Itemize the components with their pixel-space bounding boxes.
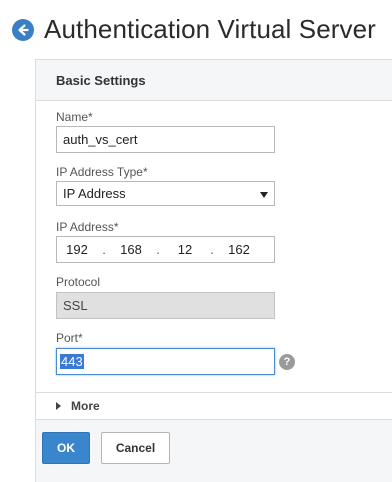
caret-right-icon — [56, 402, 61, 410]
more-label: More — [71, 399, 100, 413]
port-value: 443 — [60, 354, 84, 369]
ok-button[interactable]: OK — [42, 432, 90, 464]
protocol-field: SSL — [56, 292, 275, 319]
ip-type-value: IP Address — [63, 186, 126, 201]
ip-separator: . — [210, 242, 214, 257]
name-value: auth_vs_cert — [63, 132, 138, 147]
ip-address-label: IP Address* — [56, 220, 119, 234]
panel-header: Basic Settings — [36, 60, 392, 101]
help-icon[interactable]: ? — [279, 354, 295, 370]
ip-address-input[interactable]: 192 . 168 . 12 . 162 — [56, 236, 275, 263]
more-toggle[interactable]: More — [36, 392, 392, 419]
ip-octet-4[interactable]: 162 — [225, 242, 253, 257]
name-label: Name* — [56, 110, 93, 124]
form-footer: OK Cancel — [36, 419, 392, 482]
ip-octet-1[interactable]: 192 — [63, 242, 91, 257]
panel-title: Basic Settings — [56, 72, 146, 88]
settings-panel: Basic Settings Name* auth_vs_cert IP Add… — [35, 59, 392, 482]
ip-type-label: IP Address Type* — [56, 165, 148, 179]
page-title: Authentication Virtual Server — [44, 14, 376, 44]
ip-octet-3[interactable]: 12 — [171, 242, 199, 257]
ip-type-select[interactable]: IP Address — [56, 181, 275, 206]
protocol-value: SSL — [63, 298, 88, 313]
protocol-label: Protocol — [56, 275, 101, 289]
page-header: Authentication Virtual Server — [12, 14, 376, 45]
arrow-left-icon — [18, 23, 29, 36]
ip-separator: . — [156, 242, 160, 257]
ip-octet-2[interactable]: 168 — [117, 242, 145, 257]
port-label: Port* — [56, 331, 83, 345]
back-button[interactable] — [12, 18, 34, 41]
name-input[interactable]: auth_vs_cert — [56, 126, 275, 153]
ip-separator: . — [102, 242, 106, 257]
chevron-down-icon — [260, 192, 268, 198]
port-input[interactable]: 443 — [56, 348, 275, 375]
cancel-button[interactable]: Cancel — [101, 432, 170, 464]
page: Authentication Virtual Server Basic Sett… — [0, 0, 392, 482]
